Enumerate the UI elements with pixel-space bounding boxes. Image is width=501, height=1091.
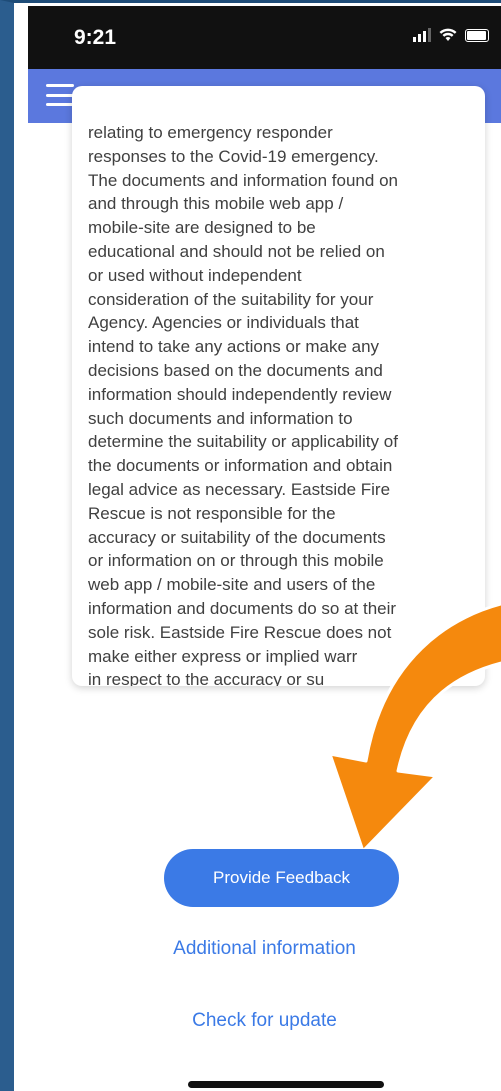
about-text-line: such documents and information to (88, 408, 353, 428)
status-bar: 9:21 (28, 6, 501, 69)
device-frame: 9:21 About relating to emergency respond (0, 0, 501, 1091)
about-text-line: information should independently review (88, 384, 392, 404)
about-text-line: the documents or information and obtain (88, 456, 393, 476)
about-text-line: Rescue is not responsible for the (88, 503, 336, 523)
about-text-line: educational and should not be relied on (88, 241, 385, 261)
additional-information-link[interactable]: Additional information (28, 938, 501, 960)
about-text-line: legal advice as necessary. Eastside Fire (88, 479, 391, 499)
status-icons (413, 28, 489, 42)
provide-feedback-button[interactable]: Provide Feedback (164, 849, 399, 907)
about-text-line: accuracy or suitability of the documents (88, 527, 386, 547)
phone-screen: 9:21 About relating to emergency respond (28, 6, 501, 1091)
home-indicator (188, 1081, 384, 1088)
battery-icon (465, 28, 489, 42)
wifi-icon (439, 28, 457, 41)
about-text-line: mobile-site are designed to be (88, 218, 316, 238)
about-text-line: intend to take any actions or make any (88, 337, 380, 357)
about-text-line: determine the suitability or applicabili… (88, 432, 398, 452)
about-text-line: decisions based on the documents and (88, 360, 383, 380)
signal-icon (413, 28, 431, 42)
status-time: 9:21 (74, 26, 117, 49)
about-text-line: responses to the Covid-19 emergency. (88, 146, 379, 166)
check-for-update-link[interactable]: Check for update (28, 1010, 501, 1032)
about-text-line: or used without independent (88, 265, 302, 285)
about-text-line: and through this mobile web app / (88, 194, 344, 214)
about-text-line: consideration of the suitability for you… (88, 289, 374, 309)
about-text-line: The documents and information found on (88, 170, 398, 190)
about-text-line: Agency. Agencies or individuals that (88, 313, 359, 333)
about-text-line: relating to emergency responder (88, 123, 333, 142)
